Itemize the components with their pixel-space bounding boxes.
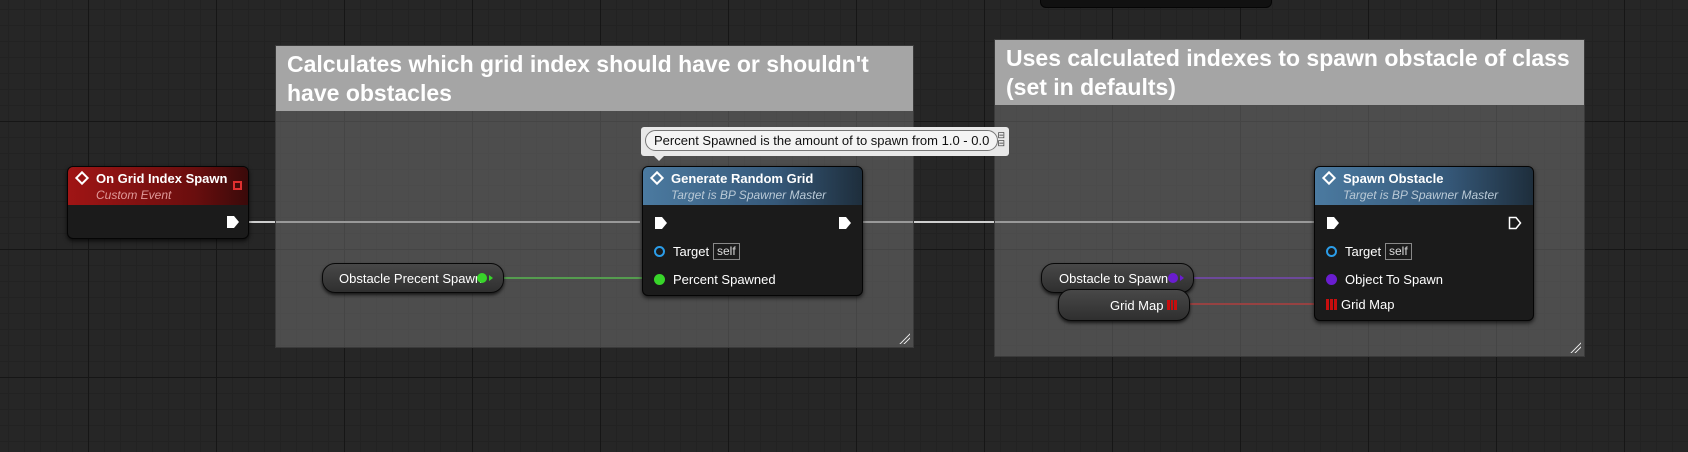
- map-pin-icon[interactable]: [1326, 299, 1337, 310]
- target-pin-icon[interactable]: [654, 246, 665, 257]
- variable-name: Grid Map: [1110, 298, 1164, 313]
- tooltip-arrow: [653, 155, 665, 161]
- variable-getter-grid-map[interactable]: Grid Map: [1058, 289, 1190, 321]
- comment-title[interactable]: Uses calculated indexes to spawn obstacl…: [995, 40, 1584, 105]
- node-title: On Grid Index Spawn: [96, 171, 228, 186]
- tooltip-bubble: Percent Spawned is the amount of to spaw…: [641, 127, 1009, 161]
- float-pin-icon[interactable]: [477, 273, 487, 283]
- pin-arrow-icon: [1180, 275, 1184, 281]
- exec-out-pin-icon[interactable]: [1508, 216, 1522, 230]
- node-title: Generate Random Grid: [671, 171, 814, 186]
- exec-in-pin-icon[interactable]: [654, 216, 668, 230]
- node-subtitle: Custom Event: [96, 188, 172, 202]
- percent-spawned-label: Percent Spawned: [673, 272, 776, 287]
- exec-in-pin-icon[interactable]: [1326, 216, 1340, 230]
- function-icon: [649, 170, 665, 186]
- offscreen-node[interactable]: [1040, 0, 1272, 8]
- self-value[interactable]: self: [1385, 243, 1412, 260]
- target-pin-icon[interactable]: [1326, 246, 1337, 257]
- event-icon: [74, 170, 90, 186]
- grid-map-label: Grid Map: [1341, 297, 1395, 312]
- delegate-pin-icon[interactable]: [233, 181, 242, 190]
- function-node-spawn-obstacle[interactable]: Spawn Obstacle Target is BP Spawner Mast…: [1314, 166, 1534, 321]
- tooltip-text: Percent Spawned is the amount of to spaw…: [645, 130, 999, 151]
- object-to-spawn-label: Object To Spawn: [1345, 272, 1444, 287]
- float-pin-icon[interactable]: [654, 274, 665, 285]
- comment-title[interactable]: Calculates which grid index should have …: [276, 46, 913, 111]
- function-node-generate-random-grid[interactable]: Generate Random Grid Target is BP Spawne…: [642, 166, 863, 296]
- node-subtitle: Target is BP Spawner Master: [671, 188, 827, 202]
- resize-grip-icon[interactable]: [1569, 341, 1581, 353]
- map-pin-icon[interactable]: [1167, 300, 1177, 310]
- resize-grip-icon[interactable]: [898, 332, 910, 344]
- target-label: Target: [673, 244, 710, 259]
- target-label: Target: [1345, 244, 1382, 259]
- self-value[interactable]: self: [713, 243, 740, 260]
- event-node-on-grid-index-spawn[interactable]: On Grid Index Spawn Custom Event: [67, 166, 249, 239]
- object-pin-icon[interactable]: [1326, 274, 1337, 285]
- variable-name: Obstacle Precent Spawn: [339, 271, 483, 286]
- exec-out-pin-icon[interactable]: [226, 215, 240, 229]
- exec-out-pin-icon[interactable]: [838, 216, 852, 230]
- variable-getter-obstacle-percent-spawn[interactable]: Obstacle Precent Spawn: [322, 263, 504, 293]
- node-subtitle: Target is BP Spawner Master: [1343, 188, 1499, 202]
- object-pin-icon[interactable]: [1168, 273, 1178, 283]
- node-title: Spawn Obstacle: [1343, 171, 1444, 186]
- function-icon: [1321, 170, 1337, 186]
- tooltip-pin-icon[interactable]: ⊟ ⊟: [997, 131, 1005, 148]
- pin-arrow-icon: [489, 275, 493, 281]
- variable-name: Obstacle to Spawn: [1059, 271, 1169, 286]
